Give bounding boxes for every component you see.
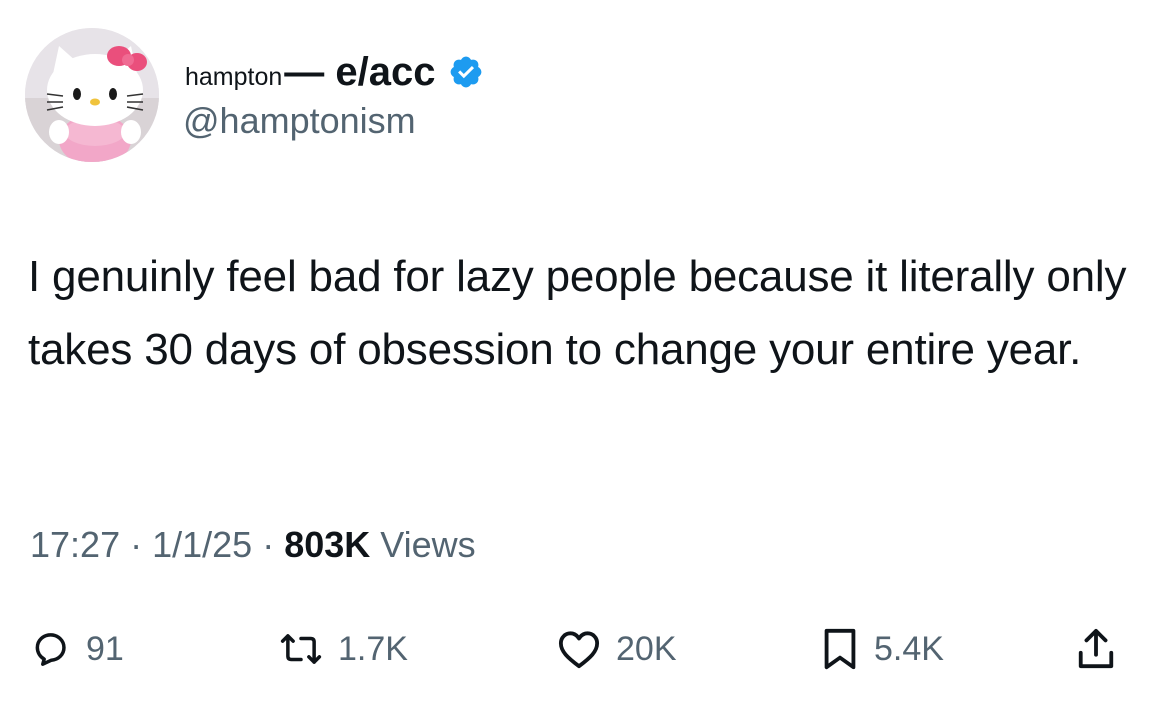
repost-count: 1.7K xyxy=(338,629,408,668)
bookmark-button[interactable]: 5.4K xyxy=(820,614,944,684)
bookmark-icon xyxy=(824,628,856,670)
display-name-suffix: — e/acc xyxy=(284,49,436,94)
tweet-meta: 17:27 · 1/1/25 · 803K Views xyxy=(30,524,476,566)
hello-kitty-avatar-icon xyxy=(25,28,159,162)
share-button[interactable] xyxy=(1075,614,1117,684)
views-label: Views xyxy=(380,524,476,565)
like-button[interactable]: 20K xyxy=(556,614,677,684)
reply-count: 91 xyxy=(86,629,124,668)
bookmark-count: 5.4K xyxy=(874,629,944,668)
meta-separator: · xyxy=(262,524,275,565)
like-count: 20K xyxy=(616,629,677,668)
views-count[interactable]: 803K xyxy=(284,524,370,566)
display-name[interactable]: hampton — e/acc xyxy=(185,48,484,96)
tweet-time[interactable]: 17:27 xyxy=(30,524,120,566)
repost-button[interactable]: 1.7K xyxy=(278,614,408,684)
tweet-text: I genuinly feel bad for lazy people beca… xyxy=(28,252,1127,374)
verified-badge-icon xyxy=(448,54,484,90)
share-icon xyxy=(1078,628,1114,669)
reply-button[interactable]: 91 xyxy=(30,614,124,684)
meta-separator: · xyxy=(130,524,143,565)
reply-icon xyxy=(35,633,66,666)
tweet-card: hampton — e/acc @hamptonism I genuinly f… xyxy=(0,0,1168,707)
action-bar: 91 1.7K 20K 5.4K xyxy=(0,614,1168,684)
tweet-date[interactable]: 1/1/25 xyxy=(152,524,252,566)
repost-icon xyxy=(280,634,322,664)
display-name-prefix: hampton xyxy=(185,62,283,91)
user-handle[interactable]: @hamptonism xyxy=(183,100,416,142)
avatar[interactable] xyxy=(25,28,159,162)
heart-icon xyxy=(558,631,600,669)
